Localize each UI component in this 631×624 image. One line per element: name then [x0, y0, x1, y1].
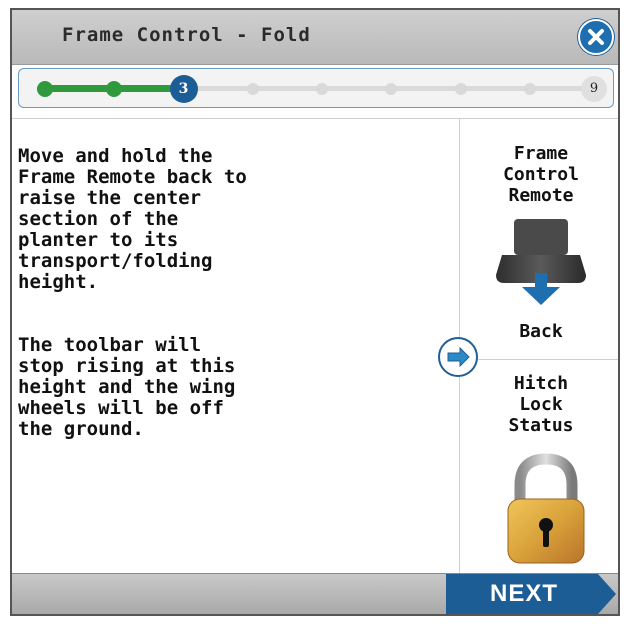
step-marker-8 — [523, 83, 536, 95]
step-marker-2 — [106, 81, 123, 97]
instruction-paragraph-1: Move and hold the Frame Remote back to r… — [18, 145, 247, 293]
frame-remote-direction-label: Back — [519, 321, 563, 342]
wizard-window: Frame Control - Fold 3 9 Move and hold t… — [10, 8, 620, 616]
step-progress-bar: 3 9 — [18, 68, 614, 108]
footer-bar: NEXT — [12, 573, 618, 614]
total-steps-indicator: 9 — [581, 76, 607, 102]
close-button[interactable] — [578, 19, 614, 55]
step-marker-7 — [454, 83, 467, 95]
content-area: Move and hold the Frame Remote back to r… — [12, 118, 618, 579]
step-marker-4 — [246, 83, 259, 95]
step-marker-5 — [316, 83, 328, 95]
current-step-indicator: 3 — [169, 75, 198, 103]
page-title: Frame Control - Fold — [62, 24, 311, 46]
title-bar: Frame Control - Fold — [12, 10, 618, 65]
frame-remote-back-icon — [496, 219, 586, 305]
instruction-paragraph-2: The toolbar will stop rising at this hei… — [18, 334, 236, 440]
instructions-text: Move and hold the Frame Remote back to r… — [18, 125, 448, 482]
next-button[interactable]: NEXT — [446, 574, 618, 614]
hitch-lock-status-title: Hitch Lock Status — [508, 373, 574, 436]
advance-step-button[interactable] — [438, 337, 478, 377]
next-button-label: NEXT — [489, 580, 558, 607]
step-marker-6 — [385, 83, 398, 95]
close-icon — [588, 29, 604, 45]
horizontal-divider — [464, 359, 618, 360]
padlock-locked-icon — [507, 453, 585, 564]
arrow-right-icon — [447, 346, 470, 368]
frame-control-remote-title: Frame Control Remote — [503, 143, 579, 206]
step-marker-1 — [37, 81, 53, 97]
